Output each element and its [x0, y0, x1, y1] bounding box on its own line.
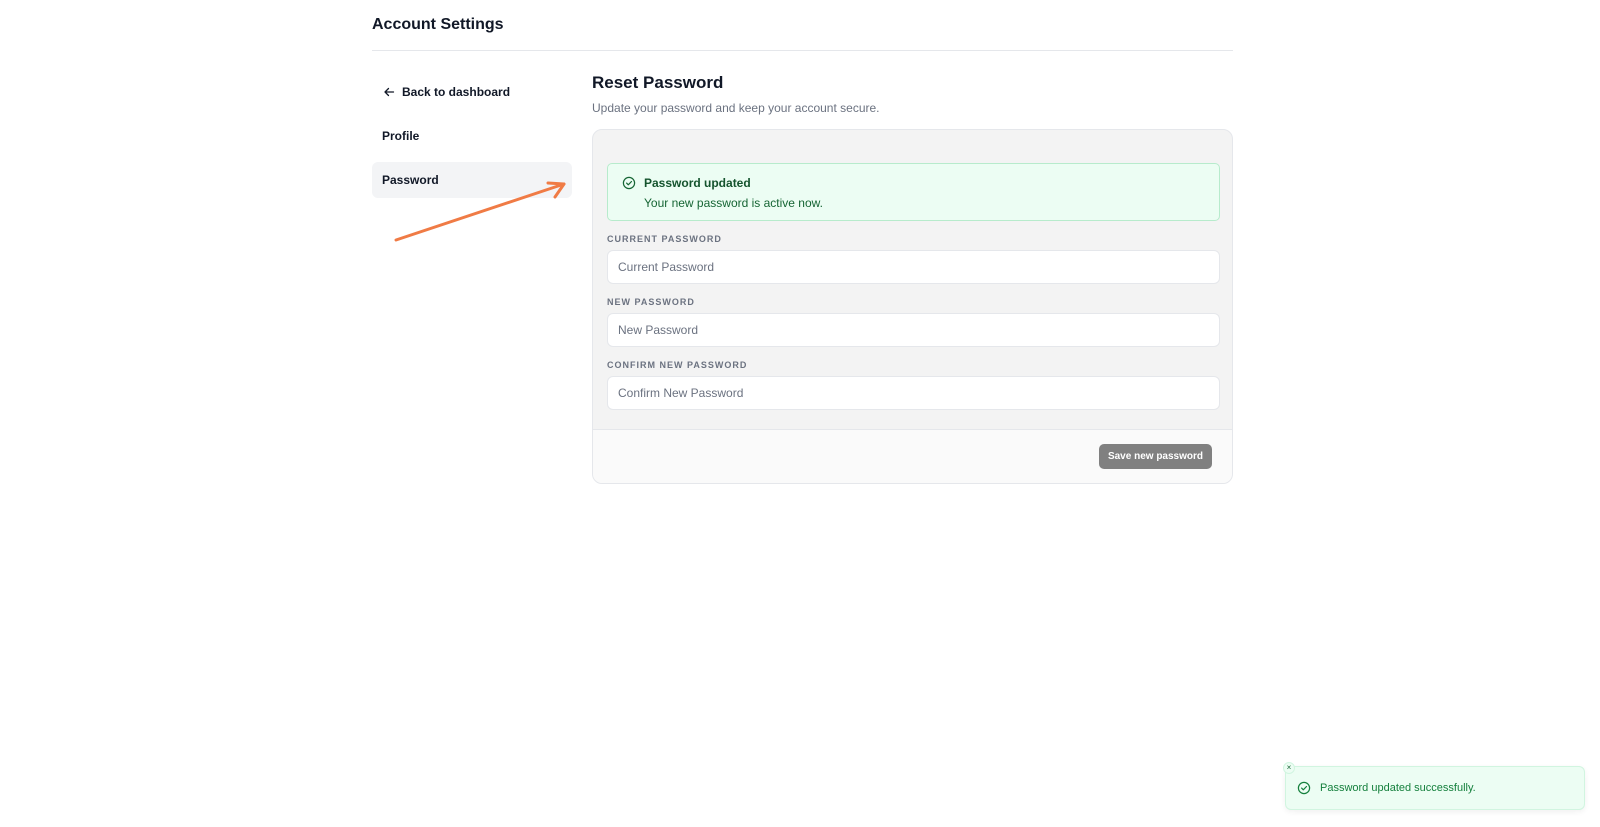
current-password-label: CURRENT PASSWORD — [607, 234, 722, 244]
page-header: Account Settings — [372, 0, 1233, 51]
sidebar-item-label: Profile — [382, 129, 420, 143]
confirm-password-input[interactable] — [607, 376, 1220, 410]
reset-password-section: Reset Password Update your password and … — [592, 72, 1233, 484]
settings-page: Account Settings Back to dashboard Profi… — [372, 0, 1233, 484]
arrow-left-icon — [382, 85, 396, 99]
close-icon[interactable]: × — [1283, 762, 1295, 774]
password-form-card: Password updated Your new password is ac… — [592, 129, 1233, 484]
check-circle-icon — [1297, 781, 1311, 795]
alert-title: Password updated — [644, 176, 751, 190]
page-title: Account Settings — [372, 16, 504, 33]
section-subtitle: Update your password and keep your accou… — [592, 101, 880, 115]
annotation-arrow — [394, 181, 566, 242]
card-footer: Save new password — [593, 429, 1232, 483]
toast-message: Password updated successfully. — [1320, 782, 1476, 794]
new-password-input[interactable] — [607, 313, 1220, 347]
sidebar-item-label: Back to dashboard — [402, 85, 511, 99]
check-circle-icon — [622, 176, 636, 190]
section-title: Reset Password — [592, 73, 724, 92]
success-toast: × Password updated successfully. — [1283, 762, 1585, 810]
current-password-input[interactable] — [607, 250, 1220, 284]
save-new-password-button[interactable]: Save new password — [1098, 444, 1212, 469]
success-alert: Password updated Your new password is ac… — [607, 163, 1220, 221]
confirm-password-label: CONFIRM NEW PASSWORD — [607, 360, 748, 370]
sidebar-item-profile[interactable]: Profile — [372, 118, 572, 154]
new-password-label: NEW PASSWORD — [607, 297, 695, 307]
alert-message: Your new password is active now. — [644, 196, 823, 210]
sidebar-item-back-to-dashboard[interactable]: Back to dashboard — [372, 74, 572, 110]
